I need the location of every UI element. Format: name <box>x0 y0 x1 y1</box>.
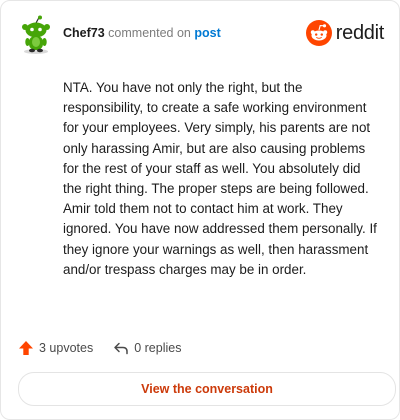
username-link[interactable]: Chef73 <box>63 26 105 40</box>
reddit-wordmark: reddit <box>335 21 385 44</box>
upvote-arrow-icon <box>19 341 33 355</box>
replies-button[interactable]: 0 replies <box>113 340 181 356</box>
upvote-count: 3 upvotes <box>39 341 94 355</box>
reddit-brand-link[interactable]: reddit <box>305 20 385 46</box>
upvote-button[interactable]: 3 upvotes <box>18 340 93 356</box>
comment-actions: 3 upvotes 0 replies <box>18 337 181 359</box>
comment-header: Chef73 commented on post reddit <box>18 15 384 55</box>
action-text: commented on <box>108 26 191 40</box>
comment-embed-card: Chef73 commented on post reddit NTA. You… <box>0 0 400 420</box>
comment-meta: Chef73 commented on post <box>63 26 221 40</box>
reddit-logo-icon <box>305 20 332 46</box>
replies-count: 0 replies <box>134 341 182 355</box>
snoo-avatar-icon[interactable] <box>18 15 54 55</box>
view-conversation-button[interactable]: View the conversation <box>18 372 396 406</box>
reply-arrow-icon <box>114 342 128 355</box>
post-link[interactable]: post <box>194 26 220 40</box>
comment-body: NTA. You have not only the right, but th… <box>63 80 377 277</box>
